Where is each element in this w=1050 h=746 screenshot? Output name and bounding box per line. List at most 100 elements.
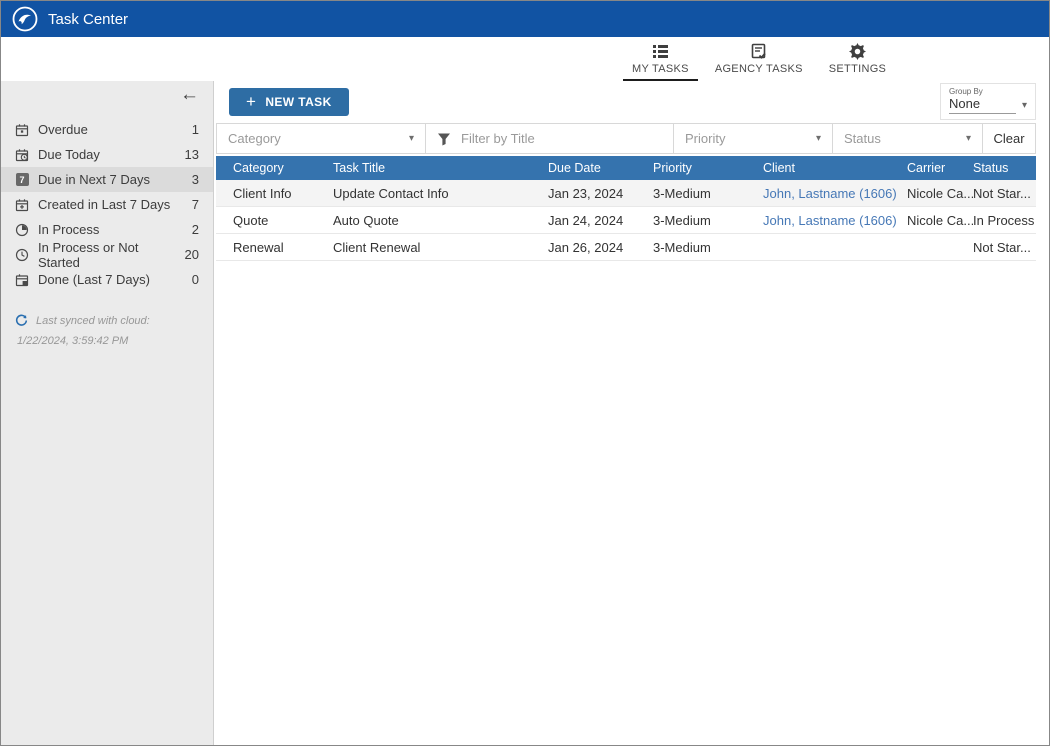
sync-timestamp: 1/22/2024, 3:59:42 PM	[17, 335, 199, 347]
sidebar-item-count: 7	[192, 197, 199, 212]
clear-filters-button[interactable]: Clear	[983, 124, 1035, 153]
sidebar-item-label: Due in Next 7 Days	[38, 172, 150, 187]
column-header-task-title[interactable]: Task Title	[333, 161, 548, 175]
priority-filter-placeholder: Priority	[685, 131, 725, 146]
tab-label: AGENCY TASKS	[715, 63, 803, 75]
cell-category: Client Info	[233, 186, 333, 201]
chevron-down-icon: ▾	[409, 133, 414, 144]
sync-status: Last synced with cloud: 1/22/2024, 3:59:…	[1, 314, 213, 347]
tab-bar: MY TASKS AGENCY TASKS SETTINGS	[1, 37, 1049, 81]
chevron-down-icon: ▾	[966, 133, 971, 144]
clipboard-check-icon	[750, 43, 767, 60]
cell-client-link[interactable]: John, Lastname (1606)	[763, 213, 907, 228]
cell-priority: 3-Medium	[653, 186, 763, 201]
tab-label: SETTINGS	[829, 63, 886, 75]
sidebar-item-label: In Process or Not Started	[38, 240, 176, 270]
cell-category: Quote	[233, 213, 333, 228]
column-header-priority[interactable]: Priority	[653, 161, 763, 175]
cell-task-title: Client Renewal	[333, 240, 548, 255]
cell-carrier: Nicole Ca...	[907, 213, 973, 228]
table-row[interactable]: Client Info Update Contact Info Jan 23, …	[216, 180, 1036, 207]
tab-my-tasks[interactable]: MY TASKS	[619, 37, 702, 81]
group-by-dropdown[interactable]: Group By None ▾	[940, 83, 1036, 120]
calendar-check-icon	[15, 273, 29, 287]
sidebar-item-label: Done (Last 7 Days)	[38, 272, 150, 287]
filter-funnel-icon	[437, 132, 451, 146]
tab-group: MY TASKS AGENCY TASKS SETTINGS	[619, 37, 899, 81]
sidebar-item-label: Due Today	[38, 147, 100, 162]
toolbar: + NEW TASK Group By None ▾	[214, 81, 1049, 123]
table-row[interactable]: Renewal Client Renewal Jan 26, 2024 3-Me…	[216, 234, 1036, 261]
filter-bar: Category ▾ Filter by Title Priority ▾ St…	[216, 123, 1036, 154]
cell-due-date: Jan 26, 2024	[548, 240, 653, 255]
sidebar-nav: Overdue 1 Due Today 13 7 Due in Next 7 D…	[1, 117, 213, 292]
sidebar: ← Overdue 1 Due Today 13	[1, 81, 214, 745]
sidebar-item-label: Created in Last 7 Days	[38, 197, 170, 212]
priority-filter-dropdown[interactable]: Priority ▾	[674, 124, 833, 153]
tab-settings[interactable]: SETTINGS	[816, 37, 899, 81]
status-filter-dropdown[interactable]: Status ▾	[833, 124, 983, 153]
table-row[interactable]: Quote Auto Quote Jan 24, 2024 3-Medium J…	[216, 207, 1036, 234]
chevron-down-icon: ▾	[816, 133, 821, 144]
column-header-due-date[interactable]: Due Date	[548, 161, 653, 175]
sidebar-item-due-next-7-days[interactable]: 7 Due in Next 7 Days 3	[1, 167, 213, 192]
gear-icon	[849, 43, 866, 60]
clear-label: Clear	[993, 131, 1024, 146]
sidebar-item-count: 20	[185, 247, 199, 262]
status-filter-placeholder: Status	[844, 131, 881, 146]
calendar-clock-icon	[15, 148, 29, 162]
column-header-category[interactable]: Category	[233, 161, 333, 175]
sidebar-item-count: 2	[192, 222, 199, 237]
sync-refresh-icon[interactable]	[15, 314, 28, 327]
list-icon	[652, 43, 669, 60]
seven-badge-icon: 7	[15, 173, 29, 187]
sidebar-item-done-last-7-days[interactable]: Done (Last 7 Days) 0	[1, 267, 213, 292]
clock-filled-icon	[15, 223, 29, 237]
sidebar-item-label: In Process	[38, 222, 99, 237]
page-title: Task Center	[48, 11, 128, 28]
cell-task-title: Auto Quote	[333, 213, 548, 228]
cell-priority: 3-Medium	[653, 240, 763, 255]
sidebar-item-due-today[interactable]: Due Today 13	[1, 142, 213, 167]
column-header-client[interactable]: Client	[763, 161, 907, 175]
calendar-plus-icon	[15, 198, 29, 212]
clock-outline-icon	[15, 248, 29, 262]
cell-due-date: Jan 23, 2024	[548, 186, 653, 201]
title-filter-input[interactable]: Filter by Title	[426, 124, 674, 153]
sync-label: Last synced with cloud:	[36, 315, 150, 327]
title-filter-placeholder: Filter by Title	[461, 131, 535, 146]
sidebar-item-count: 0	[192, 272, 199, 287]
main-content: + NEW TASK Group By None ▾ Category ▾	[214, 81, 1049, 745]
hawk-logo-icon	[12, 6, 38, 32]
calendar-alert-icon	[15, 123, 29, 137]
cell-carrier: Nicole Ca...	[907, 186, 973, 201]
sidebar-item-created-last-7-days[interactable]: Created in Last 7 Days 7	[1, 192, 213, 217]
cell-status: Not Star...	[973, 186, 1036, 201]
column-header-carrier[interactable]: Carrier	[907, 161, 973, 175]
new-task-label: NEW TASK	[265, 95, 331, 109]
tab-agency-tasks[interactable]: AGENCY TASKS	[702, 37, 816, 81]
new-task-button[interactable]: + NEW TASK	[229, 88, 349, 116]
cell-due-date: Jan 24, 2024	[548, 213, 653, 228]
collapse-sidebar-icon[interactable]: ←	[180, 85, 199, 104]
sidebar-item-in-process[interactable]: In Process 2	[1, 217, 213, 242]
tab-label: MY TASKS	[632, 63, 689, 75]
tasks-table: Category Task Title Due Date Priority Cl…	[216, 156, 1036, 261]
sidebar-item-count: 13	[185, 147, 199, 162]
group-by-label: Group By	[949, 87, 1027, 96]
group-by-value: None	[949, 96, 1016, 114]
sidebar-item-in-process-or-not-started[interactable]: In Process or Not Started 20	[1, 242, 213, 267]
chevron-down-icon: ▾	[1022, 100, 1027, 111]
cell-priority: 3-Medium	[653, 213, 763, 228]
sidebar-item-overdue[interactable]: Overdue 1	[1, 117, 213, 142]
category-filter-dropdown[interactable]: Category ▾	[217, 124, 426, 153]
cell-task-title: Update Contact Info	[333, 186, 548, 201]
cell-status: Not Star...	[973, 240, 1036, 255]
cell-client-link[interactable]: John, Lastname (1606)	[763, 186, 907, 201]
table-header-row: Category Task Title Due Date Priority Cl…	[216, 156, 1036, 180]
cell-status: In Process	[973, 213, 1036, 228]
plus-icon: +	[246, 93, 256, 110]
column-header-status[interactable]: Status	[973, 161, 1036, 175]
cell-category: Renewal	[233, 240, 333, 255]
title-bar: Task Center	[1, 1, 1049, 37]
